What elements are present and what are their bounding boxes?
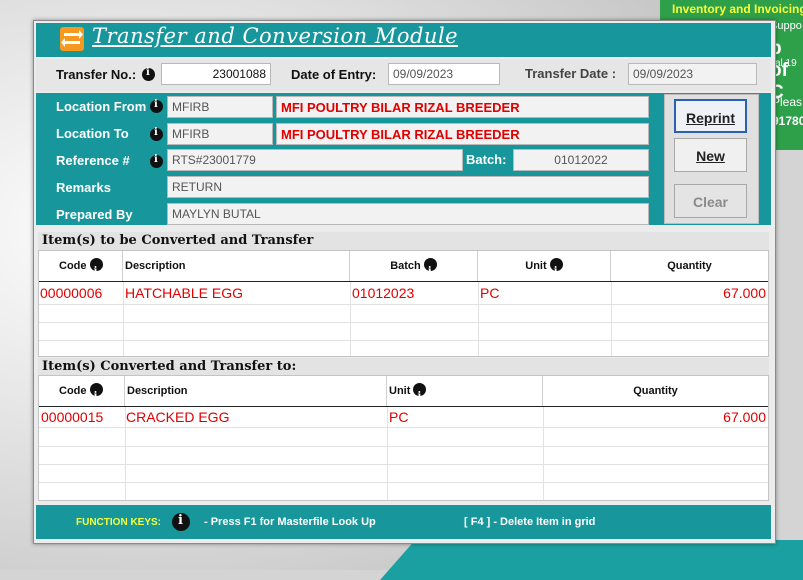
background-text: 91780 [772, 114, 803, 128]
prepared-by-field[interactable]: MAYLYN BUTAL [167, 203, 649, 225]
grid2-cell-description[interactable]: CRACKED EGG [126, 409, 229, 425]
grid1-cell-batch[interactable]: 01012023 [352, 285, 414, 301]
grid-line [350, 282, 351, 356]
grid2-header-quantity[interactable]: Quantity [543, 376, 768, 406]
grid-line [387, 407, 388, 500]
background-app-title: Inventory and Invoicing [672, 2, 803, 16]
grid-line [39, 304, 768, 305]
grid1-header-description[interactable]: Description [123, 251, 350, 281]
grid2-cell-unit[interactable]: PC [389, 409, 408, 425]
grid-line [39, 427, 768, 428]
grid-line [543, 407, 544, 500]
grid2-header-unit[interactable]: Unit [387, 376, 543, 412]
grid-line [478, 282, 479, 356]
transfer-icon [60, 27, 84, 51]
grid1-cell-description[interactable]: HATCHABLE EGG [125, 285, 243, 301]
grid1-header-quantity[interactable]: Quantity [611, 251, 768, 281]
info-icon[interactable] [423, 257, 437, 287]
grid1-cell-quantity[interactable]: 67.000 [723, 285, 766, 301]
date-of-entry-field[interactable]: 09/09/2023 [388, 63, 500, 85]
header-row: Transfer No.: 23001088 Date of Entry: 09… [36, 59, 771, 91]
info-icon[interactable] [142, 67, 155, 81]
remarks-field[interactable]: RETURN [167, 176, 649, 198]
transfer-no-field[interactable]: 23001088 [161, 63, 271, 85]
grid1-header-code[interactable]: Code [39, 251, 123, 287]
location-to-code-field[interactable]: MFIRB [167, 123, 273, 145]
reference-label: Reference # [56, 153, 130, 168]
transfer-no-label: Transfer No.: [56, 67, 137, 82]
grid1-cell-unit[interactable]: PC [480, 285, 499, 301]
info-icon[interactable] [150, 127, 163, 141]
grid2-cell-code[interactable]: 00000015 [41, 409, 103, 425]
grid1-header-unit[interactable]: Unit [478, 251, 611, 287]
remarks-label: Remarks [56, 180, 111, 195]
batch-field[interactable]: 01012022 [513, 149, 649, 171]
info-icon[interactable] [413, 382, 427, 412]
grid-line [123, 282, 124, 356]
header-divider [39, 281, 768, 282]
info-icon[interactable] [150, 154, 163, 168]
info-icon [172, 513, 190, 531]
location-from-code-field[interactable]: MFIRB [167, 96, 273, 118]
grid-line [611, 282, 612, 356]
reference-field[interactable]: RTS#23001779 [167, 149, 463, 171]
grid-line [125, 407, 126, 500]
header-label: Code [59, 385, 87, 397]
grid-line [39, 322, 768, 323]
new-button-label: New [696, 148, 725, 164]
header-label: Batch [390, 260, 421, 272]
f4-hint: [ F4 ] - Delete Item in grid [464, 516, 596, 528]
info-icon[interactable] [549, 257, 563, 287]
grid1-section-title: Item(s) to be Converted and Transfer [38, 232, 769, 250]
location-from-name-field[interactable]: MFI POULTRY BILAR RIZAL BREEDER [276, 96, 649, 118]
info-icon[interactable] [89, 257, 103, 287]
transfer-date-field[interactable]: 09/09/2023 [628, 63, 757, 85]
grid2-header-description[interactable]: Description [125, 376, 387, 406]
grid-line [39, 464, 768, 465]
grid2-cell-quantity[interactable]: 67.000 [723, 409, 766, 425]
function-keys-label: FUNCTION KEYS: [76, 517, 161, 528]
background-shape [380, 540, 803, 580]
info-icon[interactable] [150, 99, 163, 113]
location-panel: Location From MFIRB MFI POULTRY BILAR RI… [36, 93, 771, 225]
prepared-by-label: Prepared By [56, 207, 133, 222]
batch-label: Batch: [466, 152, 507, 167]
date-of-entry-label: Date of Entry: [291, 67, 377, 82]
reprint-button-label: Reprint [686, 110, 735, 126]
title-bar: Transfer and Conversion Module [36, 23, 771, 57]
grid1-table[interactable]: Code Description Batch Unit Quantity 000… [38, 250, 769, 357]
grid2-table[interactable]: Code Description Unit Quantity 00000015 … [38, 375, 769, 501]
grid-line [39, 446, 768, 447]
location-from-label: Location From [56, 99, 147, 114]
info-icon[interactable] [89, 382, 103, 412]
window-title: Transfer and Conversion Module [92, 24, 459, 48]
action-button-panel: Reprint New Clear [664, 94, 759, 224]
grid-line [39, 482, 768, 483]
location-to-label: Location To [56, 126, 129, 141]
grid1-header-batch[interactable]: Batch [350, 251, 478, 287]
header-label: Code [59, 260, 87, 272]
transfer-date-label: Transfer Date : [525, 66, 617, 81]
function-keys-bar: FUNCTION KEYS: - Press F1 for Masterfile… [36, 505, 771, 539]
grid1-cell-code[interactable]: 00000006 [40, 285, 102, 301]
grid-line [39, 340, 768, 341]
location-to-name-field[interactable]: MFI POULTRY BILAR RIZAL BREEDER [276, 123, 649, 145]
header-label: Unit [525, 260, 547, 272]
background-text: Pleas [772, 95, 803, 109]
grid2-section-title: Item(s) Converted and Transfer to: [38, 358, 769, 376]
f1-hint: - Press F1 for Masterfile Look Up [204, 516, 376, 528]
clear-button[interactable]: Clear [674, 184, 747, 218]
header-label: Unit [389, 385, 411, 397]
new-button[interactable]: New [674, 138, 747, 172]
grid2-header-code[interactable]: Code [39, 376, 125, 412]
header-divider [39, 406, 768, 407]
clear-button-label: Clear [692, 194, 729, 210]
transfer-conversion-window: Transfer and Conversion Module Transfer … [33, 20, 776, 544]
reprint-button[interactable]: Reprint [674, 99, 747, 133]
